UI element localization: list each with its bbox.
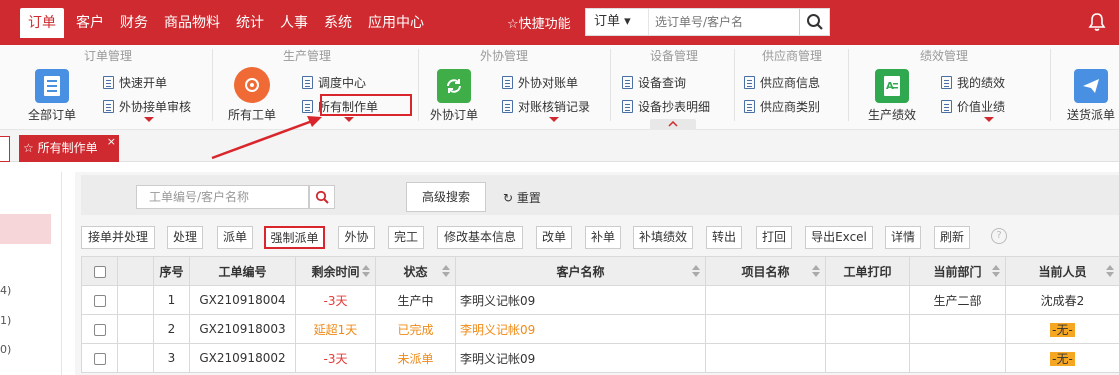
complete-button[interactable]: 完工	[388, 226, 424, 249]
col-header-dept-label: 当前部门	[933, 264, 982, 279]
row-select-cell	[81, 343, 118, 373]
no-person-tag: -无-	[1050, 351, 1075, 366]
cell-remain: 延超1天	[295, 314, 376, 344]
search-icon	[315, 190, 329, 204]
col-header-status-label: 状态	[403, 264, 428, 279]
cell-remain: -3天	[295, 285, 376, 315]
row-checkbox[interactable]	[93, 294, 106, 307]
select-all-checkbox[interactable]	[93, 265, 106, 278]
supplement-order-button[interactable]: 补单	[585, 226, 621, 249]
cell-dept	[909, 343, 1006, 373]
col-header-project-label: 项目名称	[741, 264, 790, 279]
filter-bar: 工单编号/客户名称 高级搜索 ↻ 重置	[81, 175, 1119, 215]
refresh-button[interactable]: 刷新	[934, 226, 970, 249]
category-count[interactable]: 1)	[0, 314, 11, 327]
col-header-dept[interactable]: 当前部门	[909, 256, 1006, 286]
cell-no: 3	[153, 343, 190, 373]
action-toolbar: 接单并处理 处理 派单 强制派单 外协 完工 修改基本信息 改单 补单 补填绩效…	[81, 224, 1119, 252]
accept-process-button[interactable]: 接单并处理	[81, 226, 155, 249]
change-order-button[interactable]: 改单	[536, 226, 572, 249]
col-header-status[interactable]: 状态	[375, 256, 456, 286]
blank-header	[117, 256, 154, 286]
category-panel: 4) 1) 0)	[0, 172, 62, 375]
cell-status: 未派单	[375, 343, 456, 373]
cell-status: 生产中	[375, 285, 456, 315]
row-checkbox[interactable]	[93, 323, 106, 336]
workorder-table: 序号 工单编号 剩余时间 状态 客户名称 项目名称 工单打印 当前部门 当前人员…	[81, 256, 1119, 373]
cell-project	[705, 343, 826, 373]
advanced-search-button[interactable]: 高级搜索	[406, 182, 486, 212]
col-header-person[interactable]: 当前人员	[1005, 256, 1119, 286]
reset-button[interactable]: ↻ 重置	[503, 189, 541, 206]
col-header-print: 工单打印	[825, 256, 910, 286]
col-header-person-label: 当前人员	[1038, 264, 1087, 279]
table-header-row: 序号 工单编号 剩余时间 状态 客户名称 项目名称 工单打印 当前部门 当前人员	[81, 256, 1119, 286]
cell-print	[825, 314, 910, 344]
selected-category[interactable]	[0, 214, 51, 244]
col-header-customer-label: 客户名称	[556, 264, 605, 279]
sort-icon[interactable]	[362, 265, 370, 277]
cell-person: -无-	[1005, 343, 1119, 373]
outsource-button[interactable]: 外协	[338, 226, 375, 249]
col-header-remain[interactable]: 剩余时间	[295, 256, 376, 286]
col-header-remain-label: 剩余时间	[311, 264, 360, 279]
cell-no: 1	[153, 285, 190, 315]
sort-icon[interactable]	[692, 265, 700, 277]
cell-person: -无-	[1005, 314, 1119, 344]
category-count[interactable]: 4)	[0, 284, 11, 297]
cell-print	[825, 343, 910, 373]
cell-project	[705, 285, 826, 315]
cell-person: 沈成春2	[1005, 285, 1119, 315]
reset-label: 重置	[516, 191, 541, 205]
row-blank-cell	[117, 314, 154, 344]
transfer-out-button[interactable]: 转出	[706, 226, 742, 249]
sort-icon[interactable]	[442, 265, 450, 277]
sort-icon[interactable]	[812, 265, 820, 277]
row-select-cell	[81, 314, 118, 344]
force-dispatch-button[interactable]: 强制派单	[264, 226, 325, 249]
cell-code[interactable]: GX210918002	[189, 343, 296, 373]
send-back-button[interactable]: 打回	[756, 226, 792, 249]
row-checkbox[interactable]	[93, 352, 106, 365]
table-row[interactable]: 1 GX210918004 -3天 生产中 李明义记帐09 生产二部 沈成春2	[81, 285, 1119, 315]
fill-performance-button[interactable]: 补填绩效	[633, 226, 693, 249]
help-icon[interactable]: ?	[991, 228, 1007, 244]
cell-dept: 生产二部	[909, 285, 1006, 315]
cell-dept	[909, 314, 1006, 344]
workorder-search-input[interactable]: 工单编号/客户名称	[136, 185, 309, 209]
details-button[interactable]: 详情	[885, 226, 921, 249]
row-blank-cell	[117, 285, 154, 315]
process-button[interactable]: 处理	[167, 226, 203, 249]
row-select-cell	[81, 285, 118, 315]
cell-project	[705, 314, 826, 344]
cell-customer: 李明义记帐09	[455, 285, 706, 315]
row-blank-cell	[117, 343, 154, 373]
table-row[interactable]: 2 GX210918003 延超1天 已完成 李明义记帐09 -无-	[81, 314, 1119, 344]
workorder-search-button[interactable]	[309, 185, 335, 209]
col-header-code: 工单编号	[189, 256, 296, 286]
sort-icon[interactable]	[1106, 265, 1114, 277]
col-header-customer[interactable]: 客户名称	[455, 256, 706, 286]
cell-print	[825, 285, 910, 315]
cell-customer: 李明义记帐09	[455, 314, 706, 344]
cell-no: 2	[153, 314, 190, 344]
col-header-no: 序号	[153, 256, 190, 286]
cell-remain: -3天	[295, 343, 376, 373]
main-content: 工单编号/客户名称 高级搜索 ↻ 重置 接单并处理 处理 派单 强制派单 外协 …	[75, 172, 1119, 375]
col-header-project[interactable]: 项目名称	[705, 256, 826, 286]
dispatch-button[interactable]: 派单	[217, 226, 253, 249]
no-person-tag: -无-	[1050, 322, 1075, 337]
cell-code[interactable]: GX210918003	[189, 314, 296, 344]
cell-customer: 李明义记帐09	[455, 343, 706, 373]
sort-icon[interactable]	[992, 265, 1000, 277]
export-excel-button[interactable]: 导出Excel	[805, 226, 873, 249]
category-count[interactable]: 0)	[0, 343, 11, 356]
cell-code[interactable]: GX210918004	[189, 285, 296, 315]
refresh-icon: ↻	[503, 191, 517, 205]
cell-status: 已完成	[375, 314, 456, 344]
edit-basic-info-button[interactable]: 修改基本信息	[437, 226, 523, 249]
table-row[interactable]: 3 GX210918002 -3天 未派单 李明义记帐09 -无-	[81, 343, 1119, 373]
select-all-cell	[81, 256, 118, 286]
